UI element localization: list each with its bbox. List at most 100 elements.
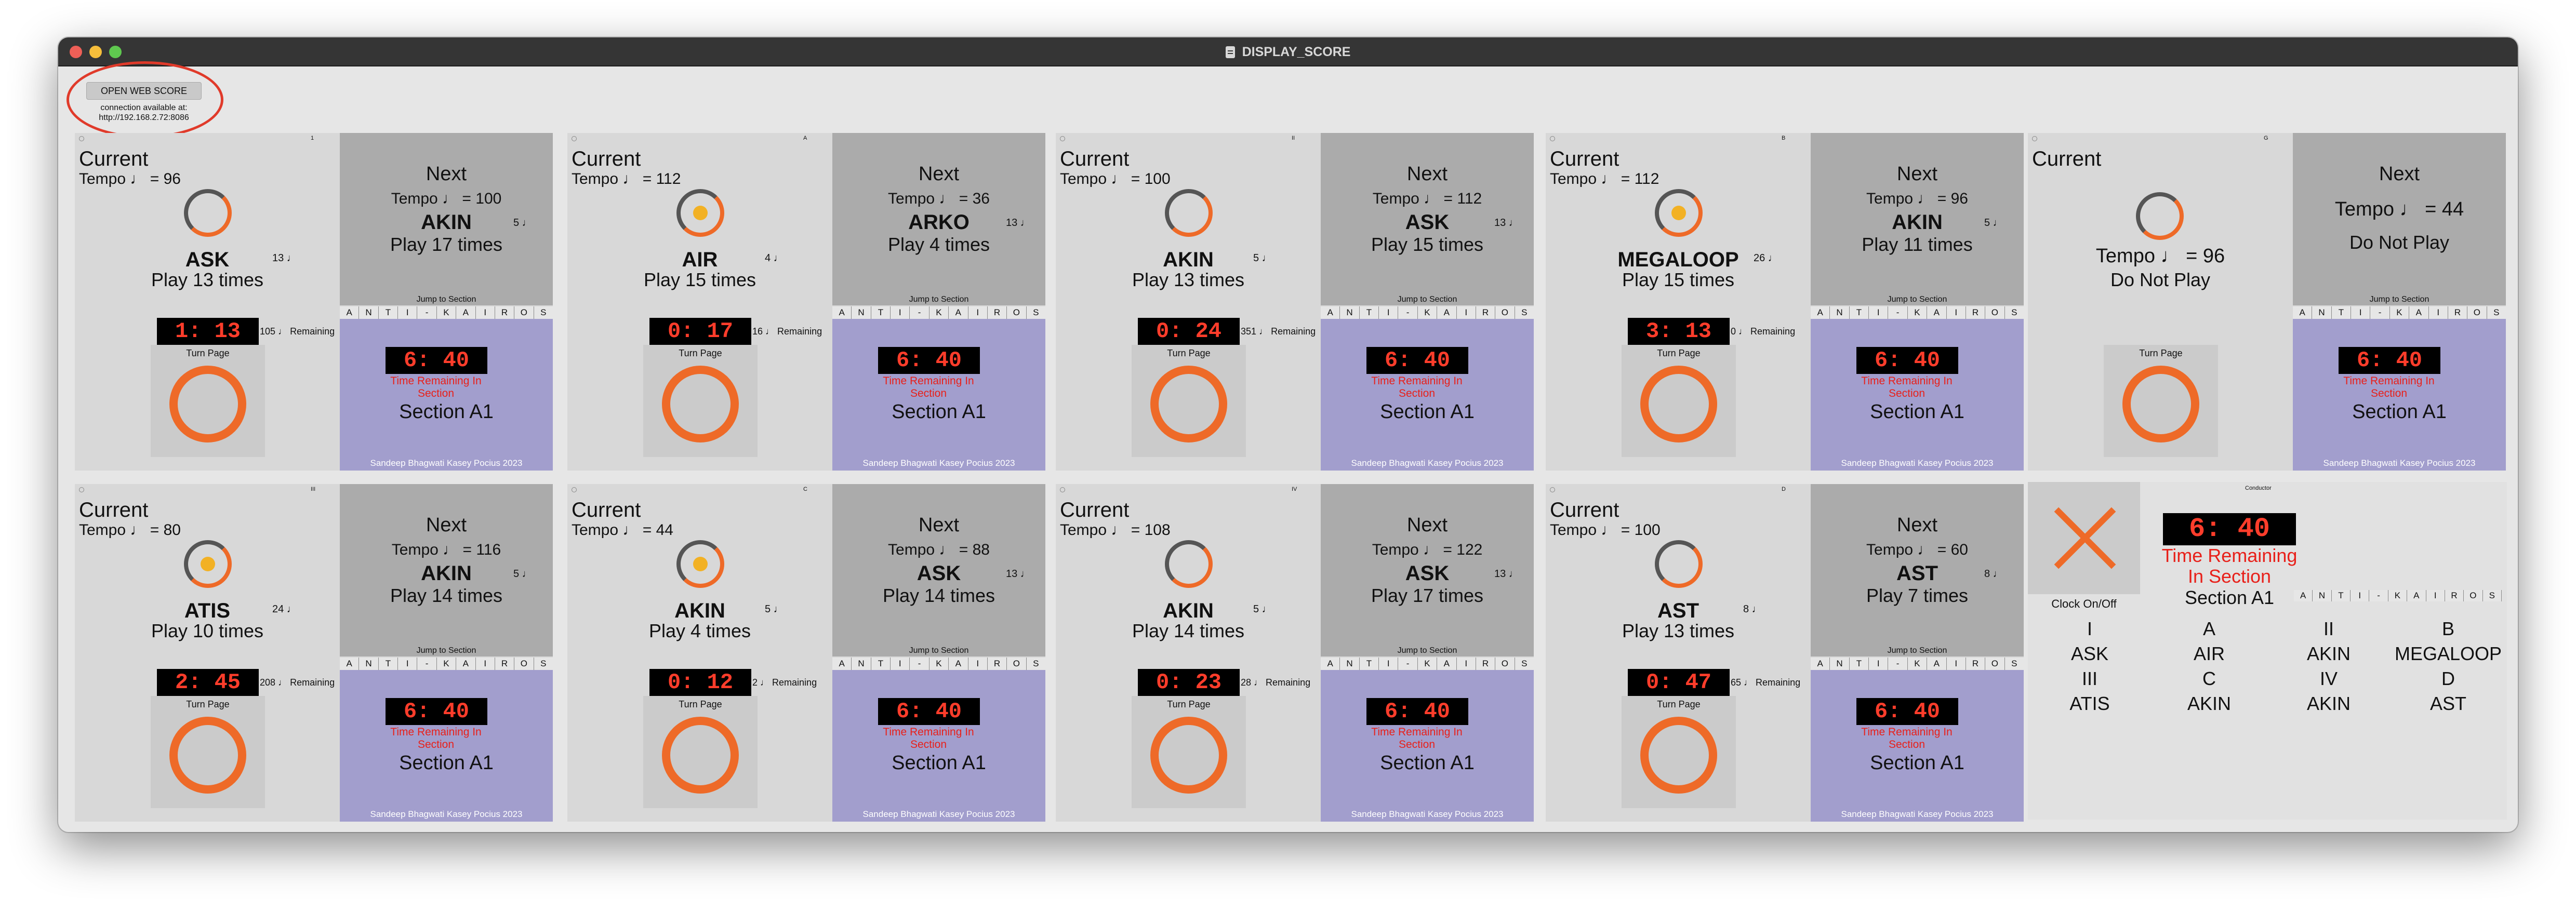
section-button[interactable]: O	[2467, 306, 2487, 319]
section-button[interactable]: T	[378, 658, 399, 670]
turn-page-button[interactable]: Turn Page	[1132, 345, 1246, 457]
section-button[interactable]: A	[2409, 306, 2429, 319]
section-button[interactable]: I	[2351, 590, 2370, 601]
section-button[interactable]: -	[1398, 658, 1418, 670]
section-button[interactable]: O	[1007, 306, 1027, 319]
section-button[interactable]: K	[1907, 658, 1928, 670]
section-button[interactable]: I	[1869, 658, 1889, 670]
section-button[interactable]: A	[1811, 658, 1830, 670]
section-button[interactable]: S	[2004, 658, 2024, 670]
section-button[interactable]: I	[891, 306, 910, 319]
section-button[interactable]: I	[1456, 658, 1476, 670]
turn-page-button[interactable]: Turn Page	[151, 696, 265, 808]
section-button[interactable]: I	[2351, 306, 2371, 319]
section-button[interactable]: N	[852, 658, 871, 670]
section-button[interactable]: O	[1495, 658, 1515, 670]
section-button[interactable]: A	[1437, 658, 1457, 670]
section-button[interactable]: N	[1830, 658, 1850, 670]
section-button[interactable]: I	[475, 658, 495, 670]
section-button[interactable]: N	[1830, 306, 1850, 319]
section-button[interactable]: I	[475, 306, 495, 319]
section-button[interactable]: A	[340, 306, 360, 319]
section-button[interactable]: A	[2293, 306, 2313, 319]
section-button[interactable]: S	[2482, 590, 2502, 601]
section-button[interactable]: I	[1869, 306, 1889, 319]
section-button[interactable]: I	[398, 658, 418, 670]
section-button[interactable]: T	[1359, 306, 1379, 319]
section-button[interactable]: A	[1811, 306, 1830, 319]
turn-page-button[interactable]: Turn Page	[2104, 345, 2218, 457]
section-button[interactable]: -	[2370, 306, 2390, 319]
section-button[interactable]: I	[968, 658, 988, 670]
section-button[interactable]: A	[340, 658, 360, 670]
section-button[interactable]: A	[949, 306, 968, 319]
clock-toggle-button[interactable]	[2028, 482, 2140, 594]
section-button[interactable]: N	[359, 306, 379, 319]
section-button[interactable]: R	[1966, 306, 1986, 319]
turn-page-button[interactable]: Turn Page	[1622, 696, 1736, 808]
section-button[interactable]: K	[2388, 590, 2408, 601]
section-button[interactable]: N	[2312, 306, 2332, 319]
section-button[interactable]: O	[1007, 658, 1027, 670]
section-button[interactable]: I	[398, 306, 418, 319]
section-button[interactable]: I	[1456, 306, 1476, 319]
section-button[interactable]: A	[1321, 658, 1340, 670]
section-button[interactable]: K	[1907, 306, 1928, 319]
section-button[interactable]: R	[1966, 658, 1986, 670]
section-button[interactable]: I	[968, 306, 988, 319]
section-button[interactable]: T	[1849, 306, 1869, 319]
section-button[interactable]: S	[534, 658, 553, 670]
section-button[interactable]: N	[852, 306, 871, 319]
section-button[interactable]: R	[1476, 658, 1496, 670]
section-button[interactable]: S	[1026, 658, 1045, 670]
section-button[interactable]: A	[2294, 590, 2313, 601]
section-button[interactable]: O	[1985, 658, 2005, 670]
turn-page-button[interactable]: Turn Page	[151, 345, 265, 457]
section-button[interactable]: R	[2448, 306, 2468, 319]
turn-page-button[interactable]: Turn Page	[1132, 696, 1246, 808]
section-button[interactable]: -	[417, 658, 437, 670]
section-button[interactable]: N	[1340, 658, 1360, 670]
section-button[interactable]: K	[1417, 658, 1438, 670]
section-button[interactable]: S	[534, 306, 553, 319]
section-button[interactable]: A	[1321, 306, 1340, 319]
section-button[interactable]: -	[417, 306, 437, 319]
section-button[interactable]: S	[1515, 306, 1534, 319]
section-button[interactable]: T	[2331, 306, 2352, 319]
section-button[interactable]: K	[1417, 306, 1438, 319]
turn-page-button[interactable]: Turn Page	[1622, 345, 1736, 457]
section-button[interactable]: R	[987, 658, 1007, 670]
section-button[interactable]: O	[514, 658, 534, 670]
section-button[interactable]: -	[1888, 658, 1908, 670]
section-button[interactable]: S	[2487, 306, 2506, 319]
section-button[interactable]: A	[1437, 306, 1457, 319]
section-button[interactable]: -	[910, 658, 930, 670]
section-button[interactable]: -	[910, 306, 930, 319]
section-button[interactable]: A	[456, 658, 476, 670]
section-button[interactable]: I	[2428, 306, 2448, 319]
section-button[interactable]: O	[2464, 590, 2483, 601]
section-button[interactable]: T	[1359, 658, 1379, 670]
section-button[interactable]: A	[456, 306, 476, 319]
section-button[interactable]: O	[514, 306, 534, 319]
section-button[interactable]: -	[2369, 590, 2388, 601]
section-button[interactable]: K	[436, 306, 457, 319]
turn-page-button[interactable]: Turn Page	[643, 345, 758, 457]
section-button[interactable]: A	[949, 658, 968, 670]
section-button[interactable]: O	[1985, 306, 2005, 319]
section-button[interactable]: -	[1398, 306, 1418, 319]
section-button[interactable]: K	[929, 306, 949, 319]
turn-page-button[interactable]: Turn Page	[643, 696, 758, 808]
section-button[interactable]: R	[1476, 306, 1496, 319]
section-button[interactable]: N	[2313, 590, 2332, 601]
section-button[interactable]: -	[1888, 306, 1908, 319]
section-button[interactable]: A	[832, 658, 852, 670]
section-button[interactable]: T	[871, 658, 891, 670]
section-button[interactable]: R	[2445, 590, 2464, 601]
section-button[interactable]: I	[1379, 658, 1399, 670]
section-button[interactable]: K	[929, 658, 949, 670]
section-button[interactable]: N	[359, 658, 379, 670]
section-button[interactable]: R	[495, 658, 515, 670]
section-button[interactable]: R	[495, 306, 515, 319]
section-button[interactable]: S	[1026, 306, 1045, 319]
